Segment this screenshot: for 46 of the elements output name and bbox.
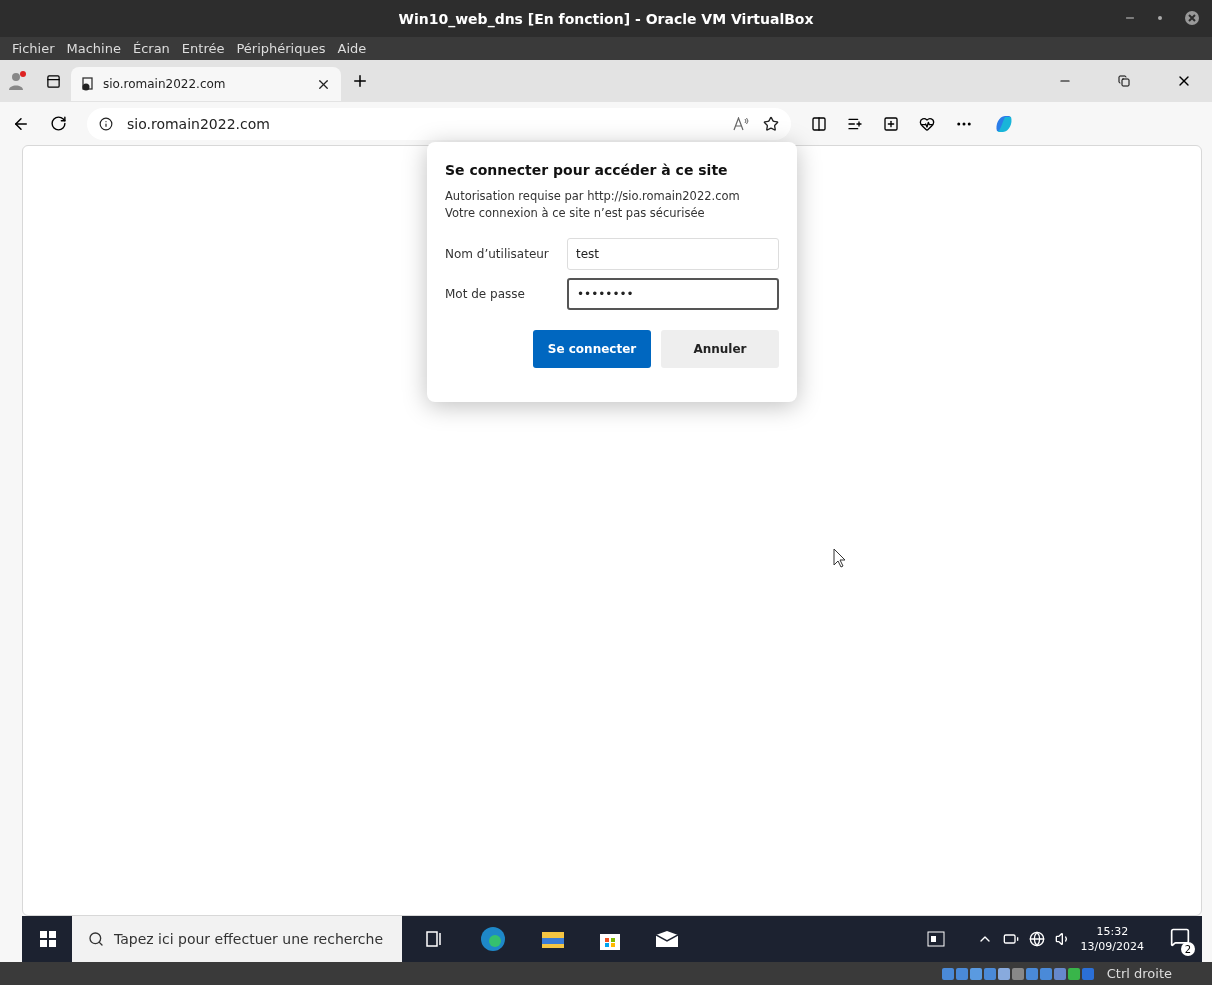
restore-button[interactable] [1118, 75, 1130, 87]
host-key-label: Ctrl droite [1106, 966, 1172, 981]
task-view-icon[interactable] [426, 930, 444, 948]
input-field[interactable]: test [567, 238, 779, 270]
notification-count: 2 [1181, 942, 1195, 956]
battery-icon[interactable] [1002, 931, 1019, 947]
profile-icon[interactable] [8, 71, 26, 91]
mouse-cursor-icon [833, 548, 847, 568]
menu-item[interactable]: Périphériques [230, 41, 332, 56]
menu-item[interactable]: Aide [331, 41, 373, 56]
refresh-button[interactable] [50, 115, 67, 132]
new-tab-button[interactable] [351, 72, 369, 90]
split-screen-icon[interactable] [811, 115, 827, 132]
menu-item[interactable]: Machine [60, 41, 127, 56]
primary-button[interactable]: Se connecter [533, 330, 651, 368]
address-bar[interactable]: sio.romain2022.com [87, 107, 791, 140]
dialog-title: Se connecter pour accéder à ce site [445, 162, 729, 178]
mail-app-icon[interactable] [656, 931, 678, 947]
window-title: Win10_web_dns [En fonction] - Oracle VM VirtualBox [398, 10, 814, 27]
search-placeholder: Tapez ici pour effectuer une recherche [114, 931, 383, 947]
search-field[interactable]: Tapez ici pour effectuer une recherche [72, 916, 402, 962]
start-button-icon[interactable] [40, 931, 56, 947]
read-aloud-icon[interactable] [733, 116, 749, 131]
menu-item[interactable]: Entrée [175, 41, 231, 56]
collections-icon[interactable] [883, 115, 899, 132]
address-text: sio.romain2022.com [127, 115, 271, 132]
secondary-button[interactable]: Annuler [661, 330, 779, 368]
tab-actions-icon[interactable] [46, 73, 61, 89]
field-label: Mot de passe [445, 287, 526, 301]
news-widget-icon[interactable] [926, 931, 945, 947]
favorite-star-icon[interactable] [763, 115, 779, 132]
notifications-icon[interactable] [1170, 927, 1190, 947]
tab-title: sio.romain2022.com [103, 77, 227, 91]
network-icon[interactable] [1028, 931, 1045, 947]
browser-app-icon[interactable] [480, 926, 506, 952]
clock[interactable]: 15:32 13/09/2024 [1080, 924, 1144, 954]
search-icon [88, 931, 104, 947]
info-icon [99, 116, 113, 131]
browser-essentials-icon[interactable] [919, 115, 935, 132]
browser-tab[interactable]: sio.romain2022.com [71, 67, 341, 101]
menu-item[interactable]: Écran [126, 41, 176, 56]
menu-item[interactable]: Fichier [6, 41, 61, 56]
dialog-message: Autorisation requise par http://sio.romain2022.com Votre connexion à ce site n’est pas sécurisée [445, 188, 741, 222]
field-label: Nom d’utilisateur [445, 247, 550, 261]
maximize-button[interactable] [1156, 14, 1164, 22]
input-field[interactable]: •••••••• [567, 278, 779, 310]
